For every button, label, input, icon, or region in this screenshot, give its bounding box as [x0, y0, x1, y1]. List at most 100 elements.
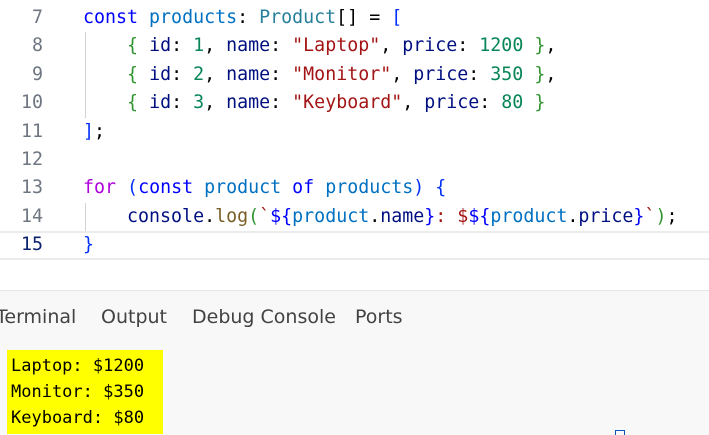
code-token: console: [127, 205, 205, 227]
code-line[interactable]: 11];: [0, 118, 709, 146]
code-token: price: [413, 63, 469, 85]
code-token: of: [292, 177, 315, 199]
code-token: }: [633, 205, 645, 227]
code-text: { id: 3, name: "Keyboard", price: 80 }: [83, 89, 545, 117]
tab-terminal[interactable]: Terminal: [0, 306, 76, 328]
code-line[interactable]: 13 for (const product of products) {: [0, 174, 709, 202]
code-token: ${: [270, 205, 293, 227]
code-line[interactable]: 15}: [0, 231, 709, 260]
code-token: 1200: [479, 35, 524, 57]
code-token: {: [127, 63, 139, 85]
code-token: 2: [193, 63, 205, 85]
code-token: products: [149, 7, 238, 28]
code-token: :: [468, 63, 491, 85]
code-token: ,: [204, 63, 227, 85]
code-text: for (const product of products) {: [83, 174, 446, 202]
code-text: { id: 2, name: "Monitor", price: 350 },: [83, 61, 556, 89]
terminal-output[interactable]: Laptop: $1200 Monitor: $350 Keyboard: $8…: [7, 350, 163, 434]
tab-output[interactable]: Output: [101, 306, 167, 328]
code-token: `: [259, 205, 271, 227]
line-number: 8: [31, 35, 43, 57]
code-token: products: [325, 177, 414, 199]
code-token: id: [149, 63, 172, 85]
code-token: id: [149, 92, 172, 114]
code-token: (: [248, 205, 260, 227]
code-token: price: [578, 205, 634, 227]
code-text: console.log(`${product.name}: $${product…: [83, 203, 677, 231]
code-line[interactable]: 8 { id: 1, name: "Laptop", price: 1200 }…: [0, 32, 709, 61]
code-token: :: [171, 63, 194, 85]
code-editor[interactable]: 7 const products: Product[] = [8 { id: 1,…: [0, 0, 709, 272]
indent-guide: [85, 89, 86, 118]
indent-guide: [85, 60, 86, 90]
tab-ports[interactable]: Ports: [355, 306, 403, 328]
code-token: }: [424, 205, 436, 227]
code-token: ;: [94, 120, 106, 142]
code-token: :: [270, 92, 293, 114]
terminal-output-line: Monitor: $350: [11, 382, 145, 402]
code-token: ${: [468, 205, 491, 227]
tab-debug-console[interactable]: Debug Console: [192, 306, 336, 328]
code-token: {: [435, 177, 447, 199]
line-number: 11: [20, 120, 43, 142]
code-line[interactable]: 9 { id: 2, name: "Monitor", price: 350 }…: [0, 60, 709, 90]
code-line[interactable]: 12: [0, 146, 709, 174]
indent-guide: [85, 202, 86, 232]
code-token: id: [149, 35, 172, 57]
code-token: :: [237, 7, 260, 28]
code-token: log: [215, 205, 249, 227]
code-token: : $: [435, 205, 469, 227]
line-number: 9: [31, 63, 43, 85]
code-token: Product: [259, 7, 337, 28]
code-token: {: [127, 92, 139, 114]
code-token: product: [490, 205, 568, 227]
code-token: [: [391, 7, 403, 28]
code-token: }: [534, 92, 546, 114]
code-token: :: [457, 35, 480, 57]
code-token: .: [204, 205, 216, 227]
terminal-cursor-icon: [615, 430, 625, 435]
code-token: ,: [204, 35, 227, 57]
line-number: 7: [31, 7, 43, 28]
code-token: }: [534, 63, 546, 85]
code-token: :: [171, 35, 194, 57]
code-token: 80: [501, 92, 524, 114]
terminal-output-line: Keyboard: $80: [11, 408, 145, 428]
code-token: ,: [545, 35, 557, 57]
indent-guide: [85, 32, 86, 61]
code-token: }: [83, 234, 95, 256]
code-token: price: [402, 35, 458, 57]
code-token: .: [369, 205, 381, 227]
code-line[interactable]: 10 { id: 3, name: "Keyboard", price: 80 …: [0, 89, 709, 118]
code-token: ]: [83, 120, 95, 142]
code-text: }: [83, 233, 94, 257]
code-token: const: [83, 7, 139, 28]
code-text: const products: Product[] = [: [83, 4, 402, 32]
code-text: ];: [83, 118, 105, 146]
code-token: }: [534, 35, 546, 57]
code-token: ,: [380, 35, 403, 57]
terminal-output-line: Laptop: $1200: [11, 356, 145, 376]
line-number: 14: [20, 205, 43, 227]
line-number: 15: [20, 234, 43, 256]
code-token: ,: [391, 63, 414, 85]
code-line[interactable]: 7 const products: Product[] = [: [0, 4, 709, 32]
code-token: "Laptop": [292, 35, 381, 57]
code-token: ): [413, 177, 425, 199]
code-line[interactable]: 14 console.log(`${product.name}: $${prod…: [0, 202, 709, 232]
line-number: 12: [20, 149, 43, 170]
